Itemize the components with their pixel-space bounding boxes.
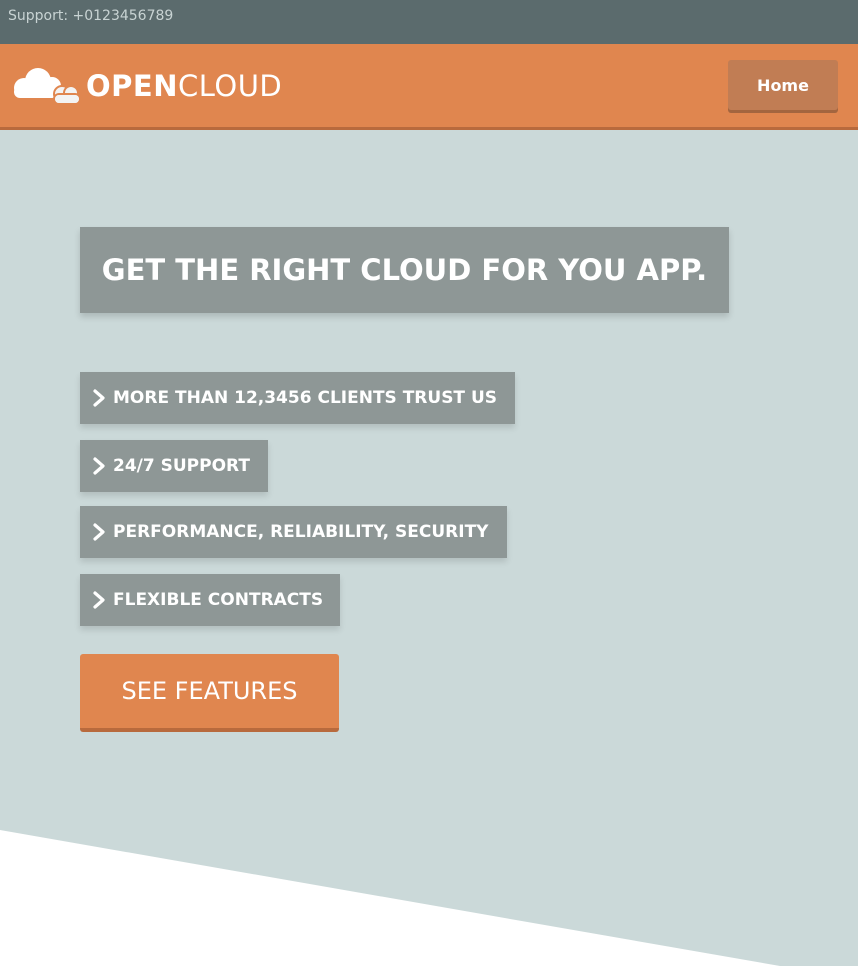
brand-name-bold: OPEN	[86, 69, 178, 103]
feature-label: PERFORMANCE, RELIABILITY, SECURITY	[113, 522, 489, 542]
home-nav-button[interactable]: Home	[728, 60, 838, 110]
navbar: OPENCLOUD Home	[0, 44, 858, 130]
feature-item-contracts: FLEXIBLE CONTRACTS	[80, 574, 340, 626]
chevron-right-icon	[93, 457, 105, 475]
support-bar: Support: +0123456789	[0, 0, 858, 44]
chevron-right-icon	[93, 389, 105, 407]
brand-name: OPENCLOUD	[86, 69, 282, 103]
feature-item-support: 24/7 SUPPORT	[80, 440, 268, 492]
chevron-right-icon	[93, 591, 105, 609]
brand-logo[interactable]: OPENCLOUD	[8, 62, 282, 110]
cloud-logo-icon	[8, 66, 84, 106]
feature-item-clients: MORE THAN 12,3456 CLIENTS TRUST US	[80, 372, 515, 424]
feature-item-performance: PERFORMANCE, RELIABILITY, SECURITY	[80, 506, 507, 558]
feature-label: MORE THAN 12,3456 CLIENTS TRUST US	[113, 388, 497, 408]
brand-name-light: CLOUD	[178, 69, 283, 103]
see-features-button[interactable]: SEE FEATURES	[80, 654, 339, 732]
support-phone-text: Support: +0123456789	[8, 8, 174, 24]
feature-label: 24/7 SUPPORT	[113, 456, 250, 476]
chevron-right-icon	[93, 523, 105, 541]
hero-headline: GET THE RIGHT CLOUD FOR YOU APP.	[101, 253, 708, 287]
feature-label: FLEXIBLE CONTRACTS	[113, 590, 324, 610]
hero-headline-box: GET THE RIGHT CLOUD FOR YOU APP.	[80, 227, 729, 313]
